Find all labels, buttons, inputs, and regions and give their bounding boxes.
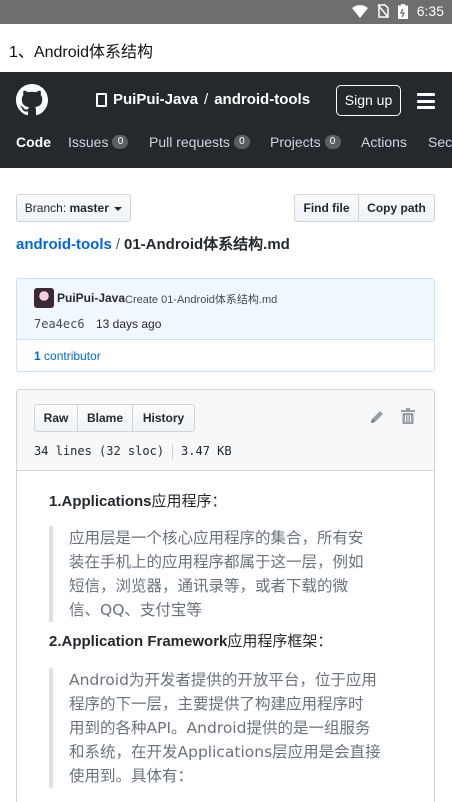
tab-label: Pull requests	[149, 134, 230, 150]
tab-projects[interactable]: Projects 0	[270, 134, 341, 150]
quote-line: Android为开发者提供的开放平台，位于应用	[69, 671, 377, 689]
commit-summary: PuiPui-Java Create 01-Android体系结构.md 7ea…	[17, 279, 434, 340]
file-header: Raw Blame History 34 lines (32 sloc) 3.4…	[17, 390, 434, 471]
heading-2-en: 2.Application Framework	[49, 633, 228, 650]
quote-line: 装在手机上的应用程序都属于这一层，例如	[69, 553, 364, 571]
find-file-button[interactable]: Find file	[294, 194, 359, 222]
repo-owner-link[interactable]: PuiPui-Java	[113, 91, 198, 108]
trash-icon[interactable]	[401, 408, 415, 424]
no-sim-icon	[377, 4, 389, 18]
commit-message-link[interactable]: Create 01-Android体系结构.md	[125, 291, 277, 307]
branch-select-button[interactable]: Branch: master	[16, 194, 131, 222]
github-header: PuiPui-Java / android-tools Sign up Code…	[0, 72, 452, 168]
app-bar: 1、Android体系结构	[0, 24, 452, 72]
repo-book-icon	[96, 92, 107, 107]
blame-button[interactable]: Blame	[77, 404, 133, 432]
markdown-heading-2: 2.Application Framework应用程序框架：	[49, 630, 332, 651]
heading-1-en: 1.Applications	[49, 493, 152, 510]
page-title: 1、Android体系结构	[9, 44, 154, 61]
quote-line: 应用层是一个核心应用程序的集合，所有安	[69, 529, 364, 547]
commit-date: 13 days ago	[96, 317, 162, 331]
tab-security[interactable]: Sec	[428, 134, 452, 150]
signup-button[interactable]: Sign up	[336, 85, 401, 116]
breadcrumb-separator: /	[115, 236, 120, 253]
avatar[interactable]	[34, 288, 54, 308]
history-button[interactable]: History	[132, 404, 195, 432]
github-logo-icon[interactable]	[16, 84, 48, 116]
quote-line: 短信，浏览器，通讯录等，或者下载的微	[69, 577, 349, 595]
file-size: 3.47 KB	[181, 444, 232, 458]
breadcrumb-repo-link[interactable]: android-tools	[16, 236, 112, 253]
pencil-icon[interactable]	[369, 409, 385, 425]
pull-requests-count-badge: 0	[233, 135, 250, 149]
tab-label: Code	[16, 134, 51, 150]
file-info-divider	[172, 444, 174, 460]
menu-icon[interactable]	[417, 93, 435, 109]
projects-count-badge: 0	[324, 135, 341, 149]
commit-author-link[interactable]: PuiPui-Java	[57, 291, 125, 305]
markdown-blockquote-1: 应用层是一个核心应用程序的集合，所有安 装在手机上的应用程序都属于这一层，例如 …	[49, 526, 389, 622]
caret-down-icon	[114, 206, 123, 211]
clock: 6:35	[416, 3, 444, 19]
repo-name-link[interactable]: android-tools	[214, 91, 310, 108]
quote-line: 信、QQ、支付宝等	[69, 601, 202, 619]
contributors-link[interactable]: 1 contributor	[34, 349, 101, 363]
tab-label: Sec	[428, 134, 452, 150]
quote-line: 使用到。具体有：	[69, 767, 194, 785]
file-view: Branch: master Find file Copy path andro…	[0, 168, 452, 802]
branch-name: master	[69, 201, 109, 215]
file-box: Raw Blame History 34 lines (32 sloc) 3.4…	[16, 389, 435, 802]
tab-label: Projects	[270, 134, 321, 150]
heading-1-zh: 应用程序：	[151, 493, 227, 510]
repo-nav-tabs: Code Issues 0 Pull requests 0 Projects 0…	[0, 132, 452, 156]
raw-button[interactable]: Raw	[34, 404, 78, 432]
file-lines: 34 lines (32 sloc)	[34, 444, 165, 458]
repo-path-separator: /	[204, 91, 209, 108]
copy-path-button[interactable]: Copy path	[358, 194, 435, 222]
markdown-blockquote-2: Android为开发者提供的开放平台，位于应用 程序的下一层，主要提供了构建应用…	[49, 668, 389, 788]
heading-2-zh: 应用程序框架：	[227, 633, 333, 650]
commit-sha-link[interactable]: 7ea4ec6	[34, 317, 85, 331]
tab-pull-requests[interactable]: Pull requests 0	[149, 134, 250, 150]
tab-label: Issues	[68, 134, 109, 150]
contributors-label: contributor	[44, 349, 101, 363]
markdown-heading-1: 1.Applications应用程序：	[49, 490, 227, 511]
wifi-icon	[351, 4, 368, 18]
quote-line: 用到的各种API。Android提供的是一组服务	[69, 719, 371, 737]
tab-actions[interactable]: Actions	[361, 134, 407, 150]
quote-line: 和系统，在开发Applications层应用是会直接	[69, 743, 381, 761]
status-bar: 6:35	[0, 0, 452, 24]
tab-label: Actions	[361, 134, 407, 150]
repo-path: PuiPui-Java / android-tools	[96, 91, 310, 108]
battery-icon	[397, 3, 408, 19]
breadcrumb: android-tools/01-Android体系结构.md	[16, 233, 290, 254]
tab-issues[interactable]: Issues 0	[68, 134, 129, 150]
issues-count-badge: 0	[112, 135, 129, 149]
commit-tease: PuiPui-Java Create 01-Android体系结构.md 7ea…	[16, 278, 435, 372]
file-info: 34 lines (32 sloc) 3.47 KB	[34, 444, 232, 460]
breadcrumb-file: 01-Android体系结构.md	[124, 236, 290, 253]
contributors-count: 1	[34, 349, 41, 363]
quote-line: 程序的下一层，主要提供了构建应用程序时	[69, 695, 364, 713]
tab-code[interactable]: Code	[16, 134, 51, 150]
branch-prefix: Branch:	[24, 201, 67, 215]
